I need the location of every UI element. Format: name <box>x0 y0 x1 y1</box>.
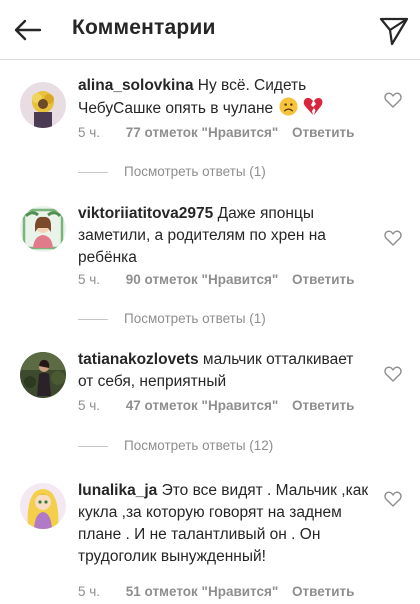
comment-text-block: lunalika_ja Это все видят . Мальчик ,как… <box>78 480 370 568</box>
reply-button[interactable]: Ответить <box>292 272 354 287</box>
heart-icon <box>384 491 402 507</box>
comment-username[interactable]: alina_solovkina <box>78 77 193 94</box>
back-button[interactable] <box>10 12 46 48</box>
comment-likes[interactable]: 77 отметок "Нравится" <box>126 125 279 140</box>
share-button[interactable] <box>376 12 412 48</box>
comment-time: 5 ч. <box>78 272 101 287</box>
view-replies-button[interactable]: Посмотреть ответы (1) <box>78 164 266 184</box>
heart-icon <box>384 230 402 246</box>
heart-icon <box>384 92 402 108</box>
comment-meta: 5 ч. 51 отметок "Нравится" Ответить <box>78 584 378 604</box>
comment-likes[interactable]: 90 отметок "Нравится" <box>126 272 279 287</box>
reply-button[interactable]: Ответить <box>292 398 354 413</box>
view-replies-label: Посмотреть ответы (1) <box>124 164 266 179</box>
replies-divider-line <box>78 318 108 320</box>
heart-icon <box>384 366 402 382</box>
avatar[interactable] <box>20 352 66 398</box>
comment-text-block: viktoriiatitova2975 Даже японцы заметили… <box>78 203 370 269</box>
like-button[interactable] <box>384 229 402 247</box>
paper-plane-icon <box>379 17 409 46</box>
comment-likes[interactable]: 51 отметок "Нравится" <box>126 584 279 599</box>
view-replies-button[interactable]: Посмотреть ответы (1) <box>78 311 266 331</box>
comment-likes[interactable]: 47 отметок "Нравится" <box>126 398 279 413</box>
like-button[interactable] <box>384 365 402 383</box>
broken-heart-icon <box>303 97 323 115</box>
comment-time: 5 ч. <box>78 584 101 599</box>
comment-meta: 5 ч. 47 отметок "Нравится" Ответить <box>78 398 378 418</box>
comment-username[interactable]: tatianakozlovets <box>78 351 199 368</box>
view-replies-button[interactable]: Посмотреть ответы (12) <box>78 438 273 458</box>
comment-username[interactable]: viktoriiatitova2975 <box>78 205 213 222</box>
comment-meta: 5 ч. 77 отметок "Нравится" Ответить <box>78 125 378 145</box>
reply-button[interactable]: Ответить <box>292 125 354 140</box>
header-bar: Комментарии <box>0 0 420 60</box>
replies-divider-line <box>78 445 108 447</box>
view-replies-label: Посмотреть ответы (12) <box>124 438 274 453</box>
avatar[interactable] <box>20 206 66 252</box>
avatar[interactable] <box>20 483 66 529</box>
frowning-face-icon <box>279 97 298 116</box>
view-replies-label: Посмотреть ответы (1) <box>124 311 266 326</box>
comment-time: 5 ч. <box>78 398 101 413</box>
arrow-left-icon <box>14 19 42 41</box>
like-button[interactable] <box>384 91 402 109</box>
comment-text-block: alina_solovkina Ну всё. Сидеть ЧебуСашке… <box>78 75 370 120</box>
like-button[interactable] <box>384 490 402 508</box>
comment-text-block: tatianakozlovets мальчик отталкивает от … <box>78 349 370 393</box>
comment-username[interactable]: lunalika_ja <box>78 482 157 499</box>
replies-divider-line <box>78 171 108 173</box>
comment-time: 5 ч. <box>78 125 101 140</box>
reply-button[interactable]: Ответить <box>292 584 354 599</box>
page-title: Комментарии <box>72 16 216 39</box>
comment-meta: 5 ч. 90 отметок "Нравится" Ответить <box>78 272 378 292</box>
avatar[interactable] <box>20 82 66 128</box>
